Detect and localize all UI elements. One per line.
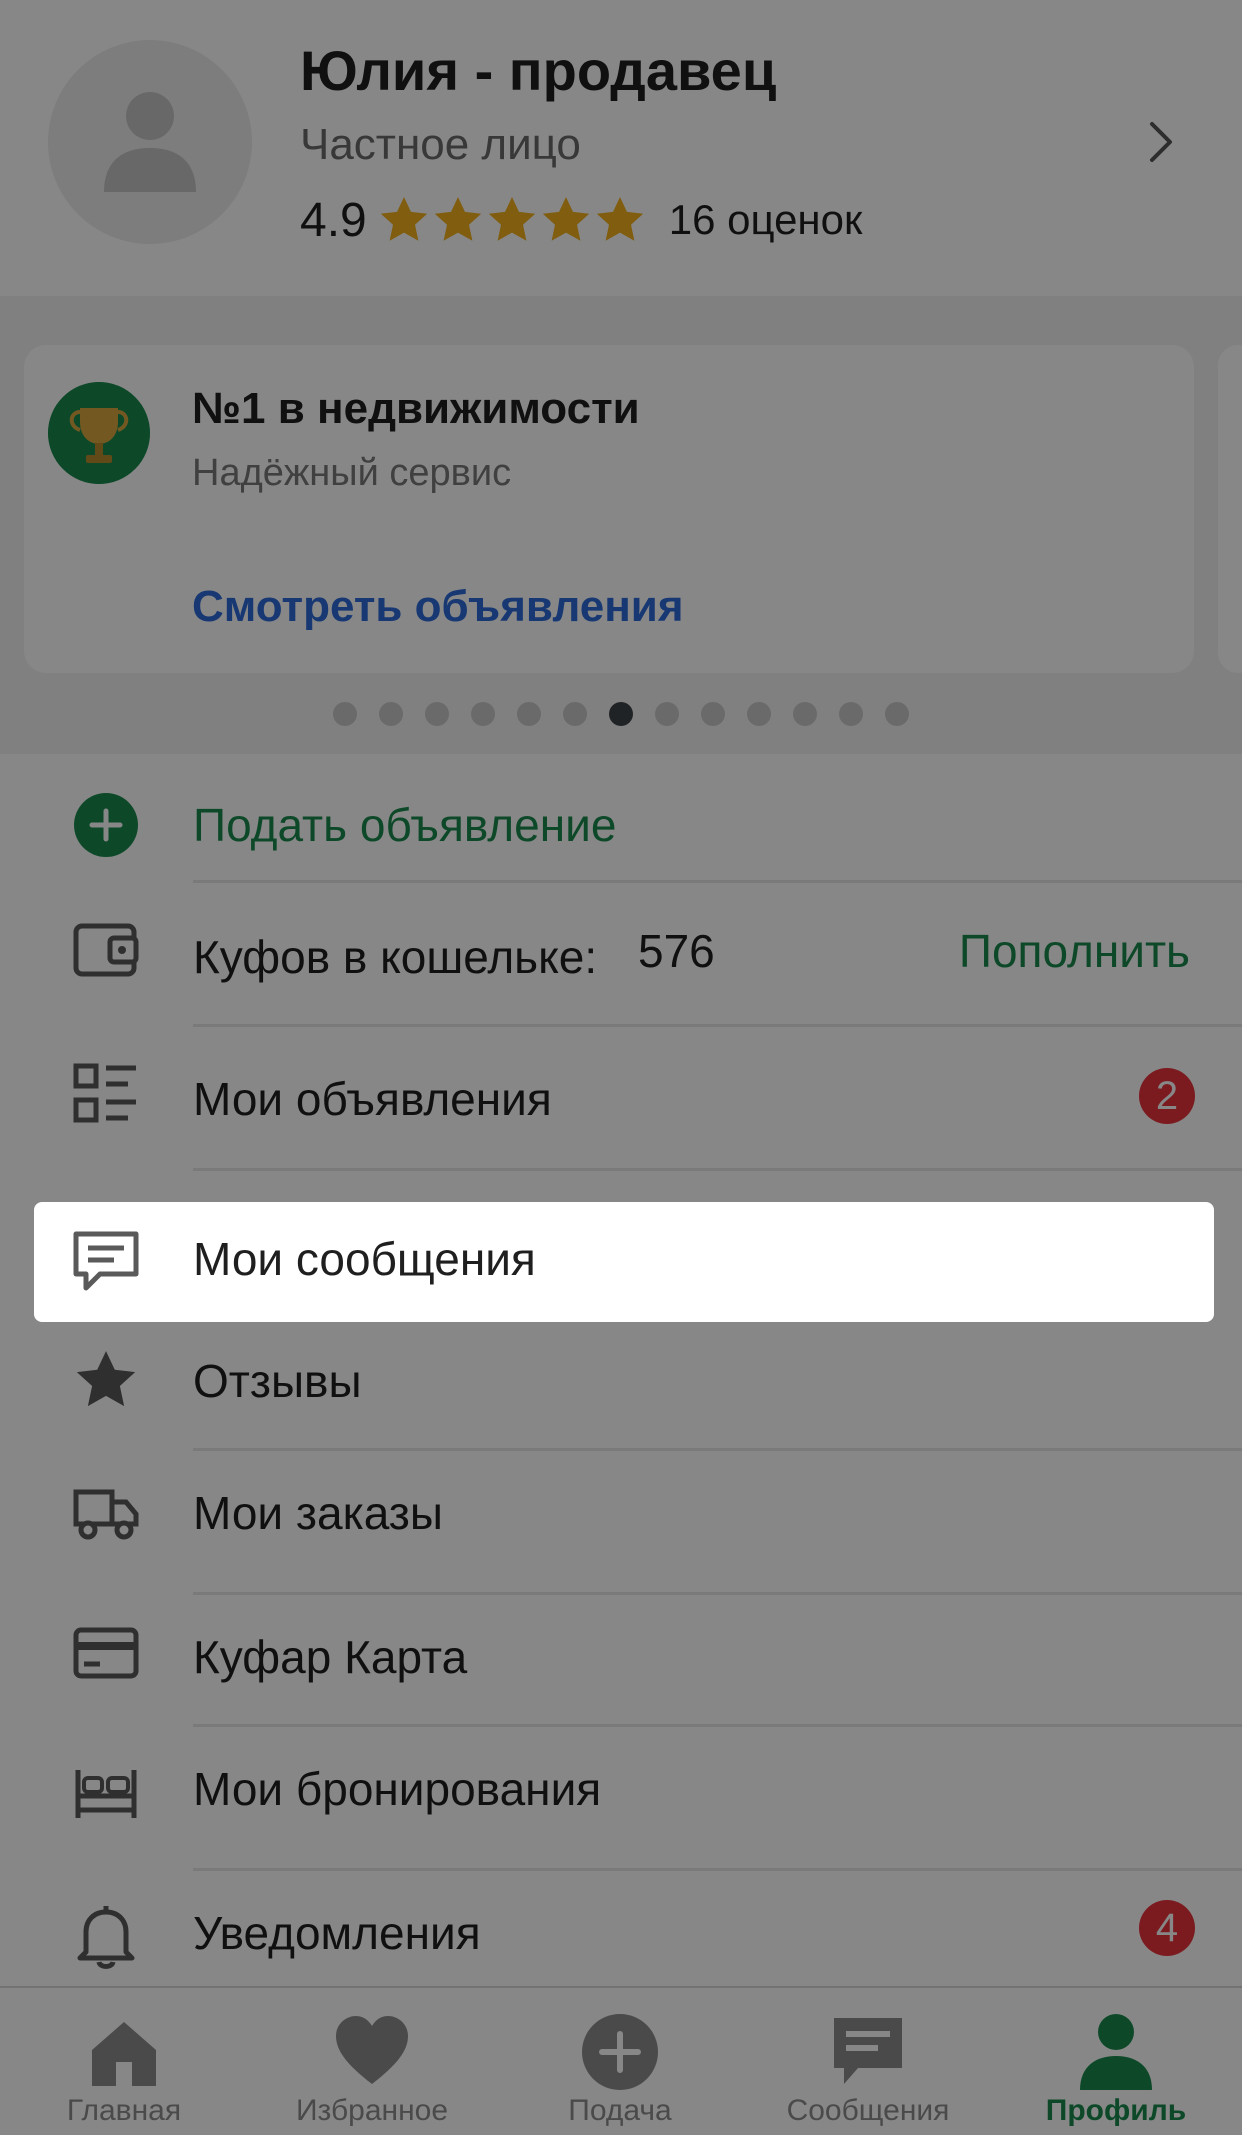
home-icon <box>92 2022 156 2086</box>
menu-label-my-orders: Мои заказы <box>193 1487 443 1539</box>
bottom-tab-bar: Главная Избранное Подача Сообщения Профи… <box>0 1986 1242 2135</box>
menu-item-kufar-card[interactable]: Куфар Карта <box>0 1592 1242 1724</box>
tab-label: Сообщения <box>786 2094 950 2127</box>
menu-item-my-bookings[interactable]: Мои бронирования <box>0 1724 1242 1868</box>
pagination-dot[interactable] <box>793 702 817 726</box>
wallet-amount: 576 <box>638 925 715 977</box>
menu-label-notifications: Уведомления <box>193 1907 481 1959</box>
wallet-topup-button[interactable]: Пополнить <box>959 924 1190 978</box>
user-type: Частное лицо <box>300 120 581 169</box>
promo-subtitle: Надёжный сервис <box>192 452 512 494</box>
pagination-dot[interactable] <box>655 702 679 726</box>
heart-icon <box>336 2016 408 2084</box>
notifications-count-badge: 4 <box>1139 1900 1195 1956</box>
menu-item-my-messages[interactable]: Мои сообщения <box>34 1202 1214 1322</box>
pagination-dot[interactable] <box>471 702 495 726</box>
avatar <box>48 40 252 244</box>
person-placeholder-icon <box>104 92 196 192</box>
promo-card-next[interactable] <box>1218 345 1242 673</box>
chevron-right-icon[interactable] <box>1142 120 1182 164</box>
pagination-dot[interactable] <box>333 702 357 726</box>
pagination-dot[interactable] <box>563 702 587 726</box>
tab-home[interactable]: Главная <box>0 1988 248 2135</box>
pagination-dot[interactable] <box>885 702 909 726</box>
menu-item-my-orders[interactable]: Мои заказы <box>0 1448 1242 1592</box>
star-icon <box>488 197 535 241</box>
menu-label-my-messages: Мои сообщения <box>193 1233 536 1285</box>
tab-label: Подача <box>568 2094 672 2127</box>
my-ads-count-badge: 2 <box>1139 1068 1195 1124</box>
menu-label-kufar-card: Куфар Карта <box>193 1631 468 1683</box>
card-icon <box>73 1627 139 1679</box>
menu-item-reviews[interactable]: Отзывы <box>0 1316 1242 1448</box>
rating-stars <box>377 193 647 247</box>
pagination-dot[interactable] <box>379 702 403 726</box>
pagination-dot[interactable] <box>701 702 725 726</box>
menu-label-my-bookings: Мои бронирования <box>193 1763 602 1815</box>
message-icon <box>73 1231 139 1291</box>
wallet-icon <box>73 923 139 977</box>
rating-count: 16 оценок <box>668 196 863 243</box>
star-icon <box>76 1351 136 1407</box>
pagination-dot[interactable] <box>747 702 771 726</box>
wallet-label: Куфов в кошельке: <box>193 931 598 983</box>
rating-value: 4.9 <box>300 193 367 247</box>
bed-icon <box>75 1770 137 1818</box>
tab-post[interactable]: Подача <box>496 1988 744 2135</box>
menu-item-wallet[interactable]: Куфов в кошельке: 576 Пополнить <box>0 880 1242 1024</box>
pagination-dot[interactable] <box>425 702 449 726</box>
menu-label-my-ads: Мои объявления <box>193 1073 552 1125</box>
trophy-icon <box>48 382 150 484</box>
menu-label-reviews: Отзывы <box>193 1355 362 1407</box>
plus-circle-icon <box>582 2014 658 2090</box>
menu-item-post-ad[interactable]: Подать объявление <box>0 754 1242 880</box>
pagination-dot[interactable] <box>839 702 863 726</box>
rating-row: 4.9 16 оценок <box>300 190 862 250</box>
bell-icon <box>77 1906 135 1969</box>
profile-header[interactable]: Юлия - продавец Частное лицо 4.9 16 оцен… <box>0 0 1242 296</box>
user-name: Юлия - продавец <box>300 39 777 102</box>
view-ads-link[interactable]: Смотреть объявления <box>192 582 684 632</box>
profile-menu: Подать объявление Куфов в кошельке: 576 … <box>0 754 1242 1986</box>
tab-label: Главная <box>66 2094 182 2127</box>
tab-label: Профиль <box>1045 2094 1187 2127</box>
chat-icon <box>834 2018 902 2084</box>
star-icon <box>434 197 481 241</box>
divider <box>193 1168 1242 1171</box>
carousel-pagination[interactable] <box>0 700 1242 728</box>
tab-profile[interactable]: Профиль <box>992 1988 1240 2135</box>
promo-title: №1 в недвижимости <box>192 384 640 433</box>
tab-favorites[interactable]: Избранное <box>248 1988 496 2135</box>
star-icon <box>542 197 589 241</box>
person-icon <box>1080 2014 1152 2090</box>
delivery-truck-icon <box>73 1489 139 1540</box>
tab-label: Избранное <box>295 2094 449 2127</box>
plus-circle-icon <box>74 793 138 857</box>
list-icon <box>73 1063 136 1123</box>
star-icon <box>596 197 643 241</box>
star-icon <box>380 197 427 241</box>
menu-item-my-ads[interactable]: Мои объявления 2 <box>0 1024 1242 1168</box>
menu-label-post-ad: Подать объявление <box>193 799 617 851</box>
tab-messages[interactable]: Сообщения <box>744 1988 992 2135</box>
menu-item-notifications[interactable]: Уведомления 4 <box>0 1868 1242 1986</box>
pagination-dot-active[interactable] <box>609 702 633 726</box>
pagination-dot[interactable] <box>517 702 541 726</box>
